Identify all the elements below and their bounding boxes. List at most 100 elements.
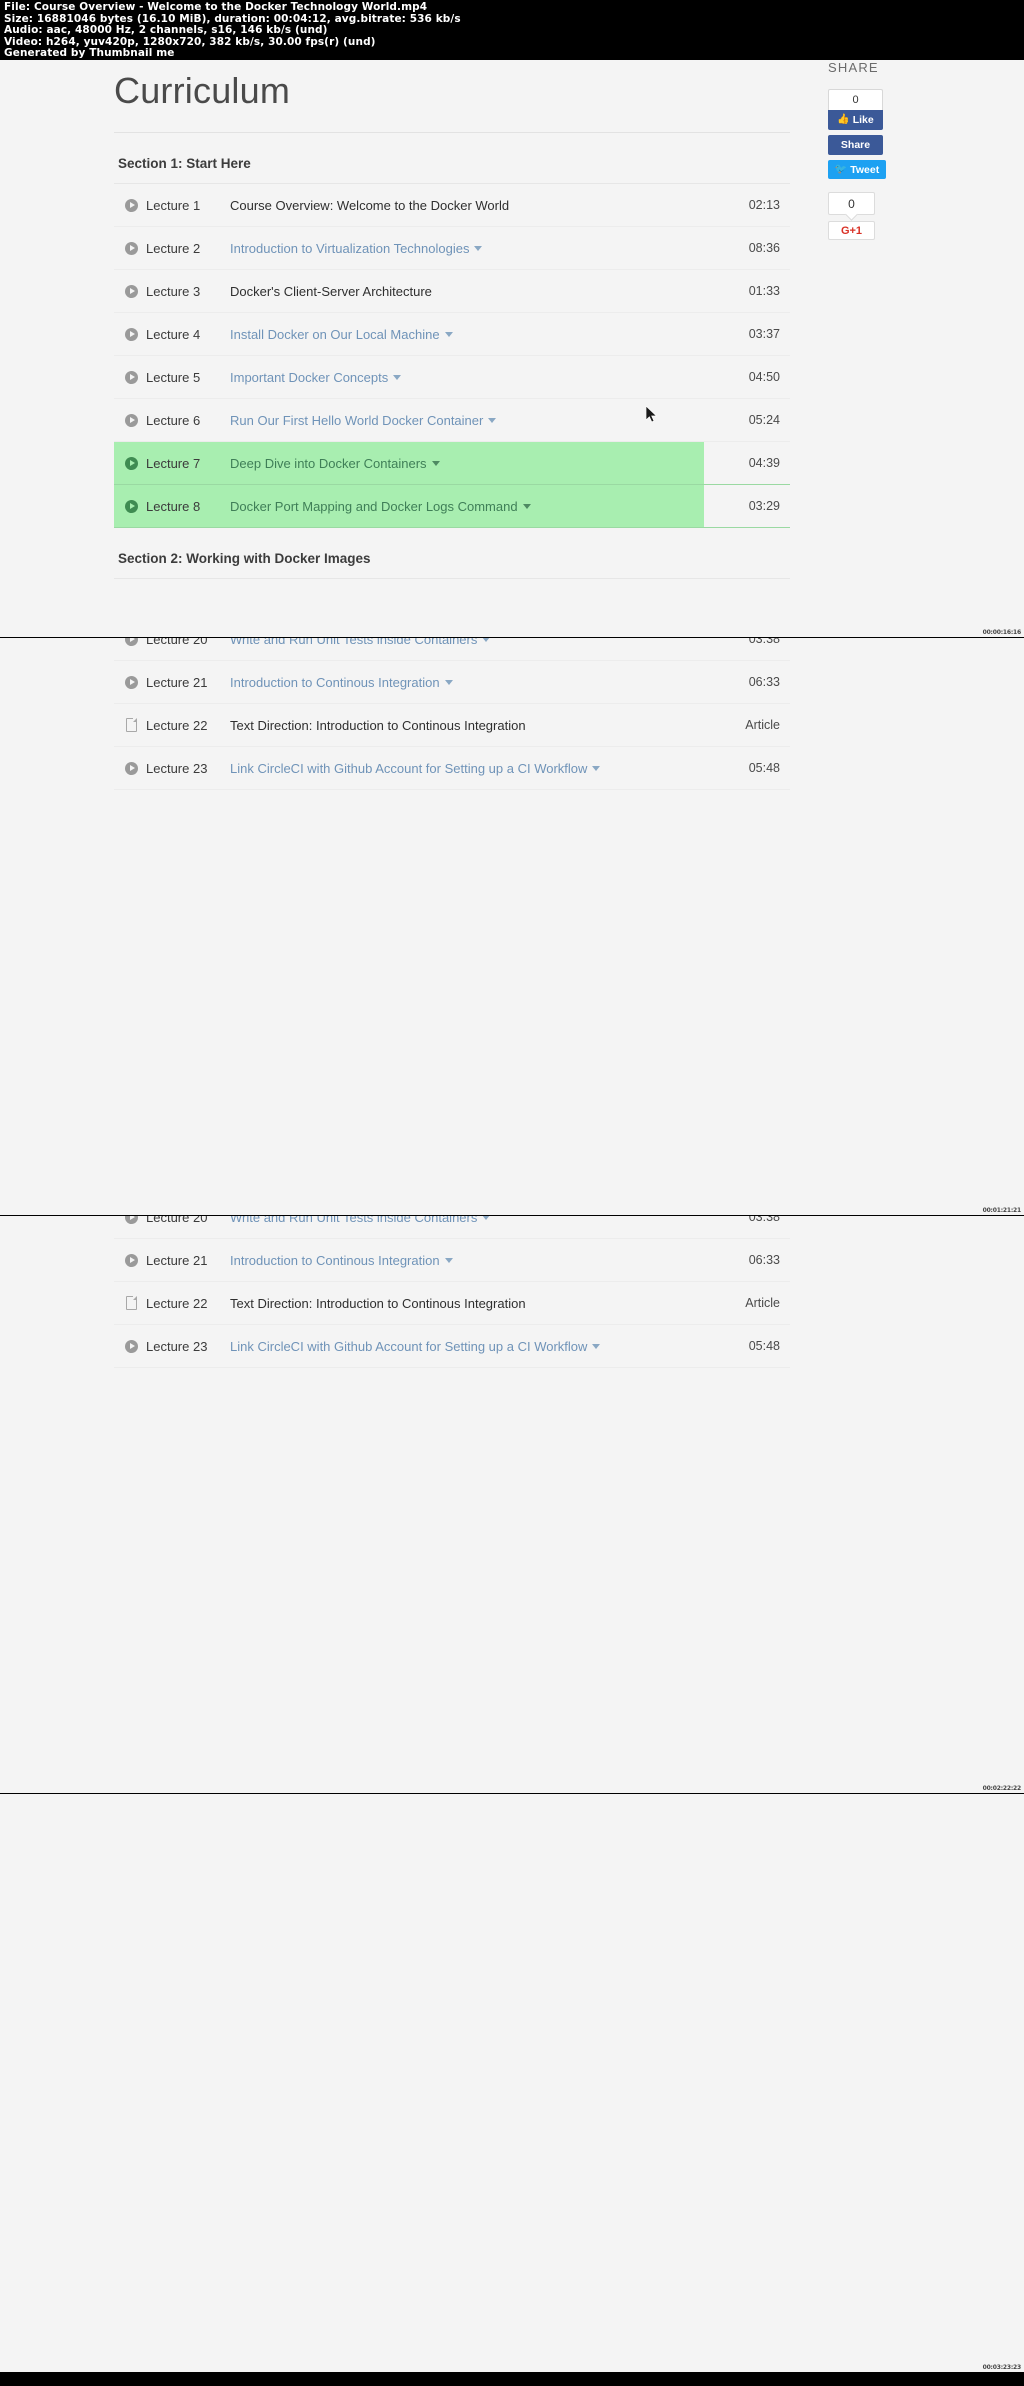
play-icon (114, 241, 142, 255)
lecture-title[interactable]: Deep Dive into Docker Containers (230, 449, 704, 478)
chevron-down-icon[interactable] (482, 1216, 491, 1220)
lecture-row[interactable]: Lecture 4 Install Docker on Our Local Mac… (114, 313, 790, 356)
lecture-row[interactable]: Lecture 2 Introduction to Virtualization … (114, 227, 790, 270)
lecture-title-text: Important Docker Concepts (230, 369, 389, 385)
lecture-row[interactable]: Lecture 21 Introduction to Continous Inte… (114, 661, 790, 704)
lecture-row[interactable]: Lecture 3 Docker's Client-Server Architec… (114, 270, 790, 313)
chevron-down-icon[interactable] (444, 331, 453, 337)
lecture-title-text: Link CircleCI with Github Account for Se… (230, 760, 588, 776)
thumbnail-timestamp: 00:03:23:23 (982, 2364, 1022, 2371)
lecture-title[interactable]: Link CircleCI with Github Account for Se… (230, 1332, 704, 1361)
lecture-row[interactable]: Lecture 22 Text Direction: Introduction t… (114, 1282, 790, 1325)
curriculum-column: Section 3: Create Dockerized Web Applica… (114, 1216, 790, 1368)
play-icon (114, 284, 142, 298)
thumbs-up-icon: 👍 (837, 114, 850, 125)
thumbnail-timestamp: 00:02:22:22 (982, 1785, 1022, 1792)
lecture-title[interactable]: Introduction to Continous Integration (230, 1246, 704, 1275)
video-metadata-header: File: Course Overview - Welcome to the D… (0, 0, 1024, 60)
twitter-tweet-label: Tweet (850, 163, 880, 176)
lecture-number: Lecture 3 (146, 283, 201, 299)
lecture-row[interactable]: Lecture 22 Text Direction: Introduction t… (114, 704, 790, 747)
article-icon (114, 1295, 142, 1310)
lecture-number: Lecture 23 (146, 760, 208, 776)
chevron-down-icon[interactable] (488, 417, 497, 423)
thumbnail-frame: Section 3: Create Dockerized Web Applica… (0, 638, 1024, 1216)
lecture-title[interactable]: Write and Run Unit Tests inside Containe… (230, 638, 704, 654)
lecture-row[interactable]: Lecture 6 Run Our First Hello World Docke… (114, 399, 790, 442)
chevron-down-icon[interactable] (592, 765, 601, 771)
play-icon-glyph (124, 675, 138, 689)
lecture-list (114, 578, 790, 579)
lecture-title-text: Deep Dive into Docker Containers (230, 455, 427, 471)
lecture-duration: 05:24 (704, 399, 790, 441)
lecture-title[interactable]: Run Our First Hello World Docker Contain… (230, 406, 704, 435)
chevron-down-icon[interactable] (482, 638, 491, 642)
google-plus-button[interactable]: G+1 (828, 221, 875, 240)
lecture-title[interactable]: Write and Run Unit Tests inside Containe… (230, 1216, 704, 1232)
share-label: SHARE (828, 60, 879, 75)
lecture-title: Docker's Client-Server Architecture (230, 277, 704, 306)
chevron-down-icon[interactable] (444, 1257, 453, 1263)
lecture-duration: 05:48 (704, 1325, 790, 1367)
chevron-down-icon[interactable] (444, 679, 453, 685)
play-icon (114, 1216, 142, 1224)
section-heading: Section 2: Working with Docker Images (118, 551, 371, 566)
lecture-number: Lecture 21 (146, 1252, 208, 1268)
play-icon-glyph (124, 198, 138, 212)
lecture-title[interactable]: Install Docker on Our Local Machine (230, 320, 704, 349)
lecture-duration: 06:33 (704, 1239, 790, 1281)
lecture-duration: Article (704, 1282, 790, 1324)
lecture-number: Lecture 22 (146, 717, 208, 733)
lecture-title[interactable]: Docker Port Mapping and Docker Logs Comm… (230, 492, 704, 521)
lecture-row[interactable]: Lecture 8 Docker Port Mapping and Docker … (114, 485, 790, 528)
lecture-title-text: Course Overview: Welcome to the Docker W… (230, 197, 510, 213)
lecture-number: Lecture 23 (146, 1338, 208, 1354)
lecture-title-text: Write and Run Unit Tests inside Containe… (230, 638, 478, 647)
lecture-list: Lecture 1 Course Overview: Welcome to the… (114, 183, 790, 528)
play-icon-glyph (124, 241, 138, 255)
lecture-duration: Article (704, 704, 790, 746)
play-icon-glyph (124, 456, 138, 470)
chevron-down-icon[interactable] (522, 503, 531, 509)
google-plus-wrapper: 0 G+1 (828, 192, 948, 240)
meta-generator-line: Generated by Thumbnail me (4, 47, 175, 60)
lecture-title-text: Text Direction: Introduction to Continou… (230, 717, 526, 733)
lecture-row[interactable]: Lecture 21 Introduction to Continous Inte… (114, 1239, 790, 1282)
page-inner: Curriculum Section 1: Start Here Lecture 1… (0, 60, 1024, 579)
lecture-title[interactable]: Introduction to Virtualization Technolog… (230, 234, 704, 263)
thumbnail-frame: Section 5: Deploy Docker in ProductionLe… (0, 1794, 1024, 2372)
facebook-share-button[interactable]: Share (828, 135, 883, 155)
lecture-row[interactable]: Lecture 20 Write and Run Unit Tests insid… (114, 638, 790, 661)
chevron-down-icon[interactable] (474, 245, 483, 251)
lecture-title: Text Direction: Introduction to Continou… (230, 711, 704, 740)
section-heading: Section 1: Start Here (118, 156, 251, 171)
lecture-duration: 03:38 (704, 1216, 790, 1238)
facebook-like-count: 0 (828, 89, 883, 110)
page-title: Curriculum (114, 70, 291, 111)
lecture-row[interactable]: Lecture 23 Link CircleCI with Github Acco… (114, 1325, 790, 1368)
lecture-title[interactable]: Link CircleCI with Github Account for Se… (230, 754, 704, 783)
lecture-row[interactable]: Lecture 23 Link CircleCI with Github Acco… (114, 747, 790, 790)
play-icon (114, 638, 142, 646)
article-icon-glyph (125, 717, 137, 732)
facebook-like-button[interactable]: 👍 Like (828, 110, 883, 130)
lecture-row[interactable]: Lecture 20 Write and Run Unit Tests insid… (114, 1216, 790, 1239)
lecture-title[interactable]: Important Docker Concepts (230, 363, 704, 392)
lecture-title-text: Write and Run Unit Tests inside Containe… (230, 1216, 478, 1225)
chevron-down-icon[interactable] (431, 460, 440, 466)
lecture-row[interactable]: Lecture 5 Important Docker Concepts 04:50 (114, 356, 790, 399)
lecture-row[interactable]: Lecture 7 Deep Dive into Docker Container… (114, 442, 790, 485)
twitter-tweet-button[interactable]: 🐦 Tweet (828, 160, 886, 179)
chevron-down-icon[interactable] (393, 374, 402, 380)
lecture-title-text: Install Docker on Our Local Machine (230, 326, 440, 342)
lecture-row[interactable]: Lecture 1 Course Overview: Welcome to the… (114, 184, 790, 227)
chevron-down-icon[interactable] (592, 1343, 601, 1349)
lecture-title-text: Introduction to Continous Integration (230, 1252, 440, 1268)
play-icon-glyph (124, 1253, 138, 1267)
lecture-number: Lecture 7 (146, 455, 201, 471)
play-icon-glyph (124, 499, 138, 513)
play-icon (114, 499, 142, 513)
lecture-title[interactable]: Introduction to Continous Integration (230, 668, 704, 697)
lecture-duration: 08:36 (704, 227, 790, 269)
curriculum-page: Curriculum Section 1: Start Here Lecture 1… (0, 60, 1024, 579)
